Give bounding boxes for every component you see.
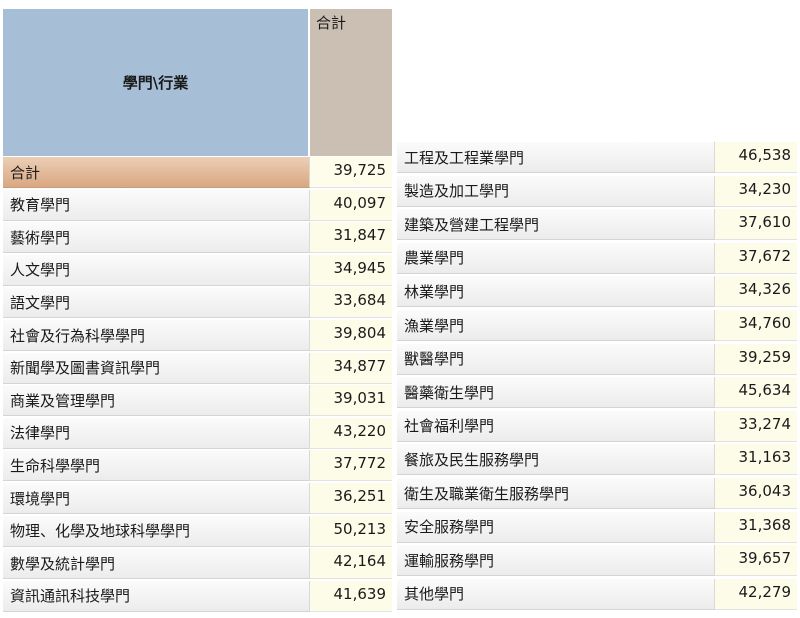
table-row: 商業及管理學門 39,031 [3, 385, 392, 417]
table-row: 法律學門 43,220 [3, 417, 392, 449]
row-label: 林業學門 [397, 276, 715, 308]
row-label: 新聞學及圖書資訊學門 [3, 352, 310, 384]
table-row: 資訊通訊科技學門 41,639 [3, 580, 392, 612]
table-row: 林業學門 34,326 [397, 276, 797, 308]
row-label: 數學及統計學門 [3, 548, 310, 580]
row-value: 46,538 [715, 142, 797, 173]
row-value: 31,368 [715, 511, 797, 543]
table-row: 農業學門 37,672 [397, 242, 797, 274]
row-label: 法律學門 [3, 417, 310, 449]
row-value: 33,274 [715, 410, 797, 442]
row-label: 環境學門 [3, 483, 310, 514]
row-value: 31,847 [310, 222, 392, 254]
row-label: 物理、化學及地球科學學門 [3, 515, 310, 547]
row-value: 37,672 [715, 242, 797, 274]
table-row: 生命科學學門 37,772 [3, 450, 392, 482]
row-label: 生命科學學門 [3, 450, 310, 482]
table-row: 漁業學門 34,760 [397, 310, 797, 341]
table-row: 建築及營建工程學門 37,610 [397, 209, 797, 241]
table-row: 製造及加工學門 34,230 [397, 175, 797, 207]
row-value: 34,230 [715, 175, 797, 207]
row-label: 餐旅及民生服務學門 [397, 444, 715, 476]
column-header-field: 學門\行業 [3, 9, 308, 156]
table-row: 衛生及職業衛生服務學門 36,043 [397, 478, 797, 509]
row-value: 43,220 [310, 417, 392, 449]
row-label: 社會福利學門 [397, 410, 715, 442]
row-label: 商業及管理學門 [3, 385, 310, 417]
column-header-field-text: 學門\行業 [122, 74, 189, 92]
row-label: 工程及工程業學門 [397, 142, 715, 173]
table-row: 獸醫學門 39,259 [397, 343, 797, 375]
row-value: 50,213 [310, 515, 392, 547]
row-value: 39,031 [310, 385, 392, 417]
table-row: 運輸服務學門 39,657 [397, 545, 797, 577]
row-label: 其他學門 [397, 578, 715, 610]
row-label: 教育學門 [3, 189, 310, 221]
column-header-total: 合計 [310, 9, 392, 156]
row-value: 33,684 [310, 287, 392, 319]
row-label: 運輸服務學門 [397, 545, 715, 577]
row-label: 獸醫學門 [397, 343, 715, 375]
row-value: 34,945 [310, 254, 392, 286]
row-value: 34,877 [310, 352, 392, 384]
row-label: 醫藥衛生學門 [397, 377, 715, 409]
row-value: 36,043 [715, 478, 797, 509]
table-row: 新聞學及圖書資訊學門 34,877 [3, 352, 392, 384]
row-value: 41,639 [310, 580, 392, 612]
table-row: 教育學門 40,097 [3, 189, 392, 221]
row-label: 合計 [3, 157, 310, 188]
row-label: 農業學門 [397, 242, 715, 274]
row-label: 人文學門 [3, 254, 310, 286]
table-row: 社會福利學門 33,274 [397, 410, 797, 442]
table-row: 醫藥衛生學門 45,634 [397, 377, 797, 409]
row-label: 安全服務學門 [397, 511, 715, 543]
table-row: 工程及工程業學門 46,538 [397, 142, 797, 173]
table-row: 安全服務學門 31,368 [397, 511, 797, 543]
row-value: 36,251 [310, 483, 392, 514]
row-label: 藝術學門 [3, 222, 310, 254]
row-label: 漁業學門 [397, 310, 715, 341]
row-value: 37,772 [310, 450, 392, 482]
row-label: 衛生及職業衛生服務學門 [397, 478, 715, 509]
row-label: 製造及加工學門 [397, 175, 715, 207]
row-value: 39,804 [310, 320, 392, 351]
row-value: 45,634 [715, 377, 797, 409]
table-row: 物理、化學及地球科學學門 50,213 [3, 515, 392, 547]
table-row: 其他學門 42,279 [397, 578, 797, 610]
table-row: 社會及行為科學學門 39,804 [3, 320, 392, 351]
row-value: 34,760 [715, 310, 797, 341]
row-label: 語文學門 [3, 287, 310, 319]
row-value: 37,610 [715, 209, 797, 241]
column-header-total-text: 合計 [316, 14, 347, 32]
row-label: 建築及營建工程學門 [397, 209, 715, 241]
row-value: 42,164 [310, 548, 392, 580]
row-value: 40,097 [310, 189, 392, 221]
row-value: 39,259 [715, 343, 797, 375]
row-value: 42,279 [715, 578, 797, 610]
row-value: 39,657 [715, 545, 797, 577]
table-row: 合計 39,725 [3, 157, 392, 188]
row-label: 資訊通訊科技學門 [3, 580, 310, 612]
table-row: 語文學門 33,684 [3, 287, 392, 319]
table-row: 環境學門 36,251 [3, 483, 392, 514]
row-value: 34,326 [715, 276, 797, 308]
row-value: 39,725 [310, 157, 392, 188]
table-row: 數學及統計學門 42,164 [3, 548, 392, 580]
table-row: 餐旅及民生服務學門 31,163 [397, 444, 797, 476]
row-value: 31,163 [715, 444, 797, 476]
table-row: 藝術學門 31,847 [3, 222, 392, 254]
row-label: 社會及行為科學學門 [3, 320, 310, 351]
table-row: 人文學門 34,945 [3, 254, 392, 286]
